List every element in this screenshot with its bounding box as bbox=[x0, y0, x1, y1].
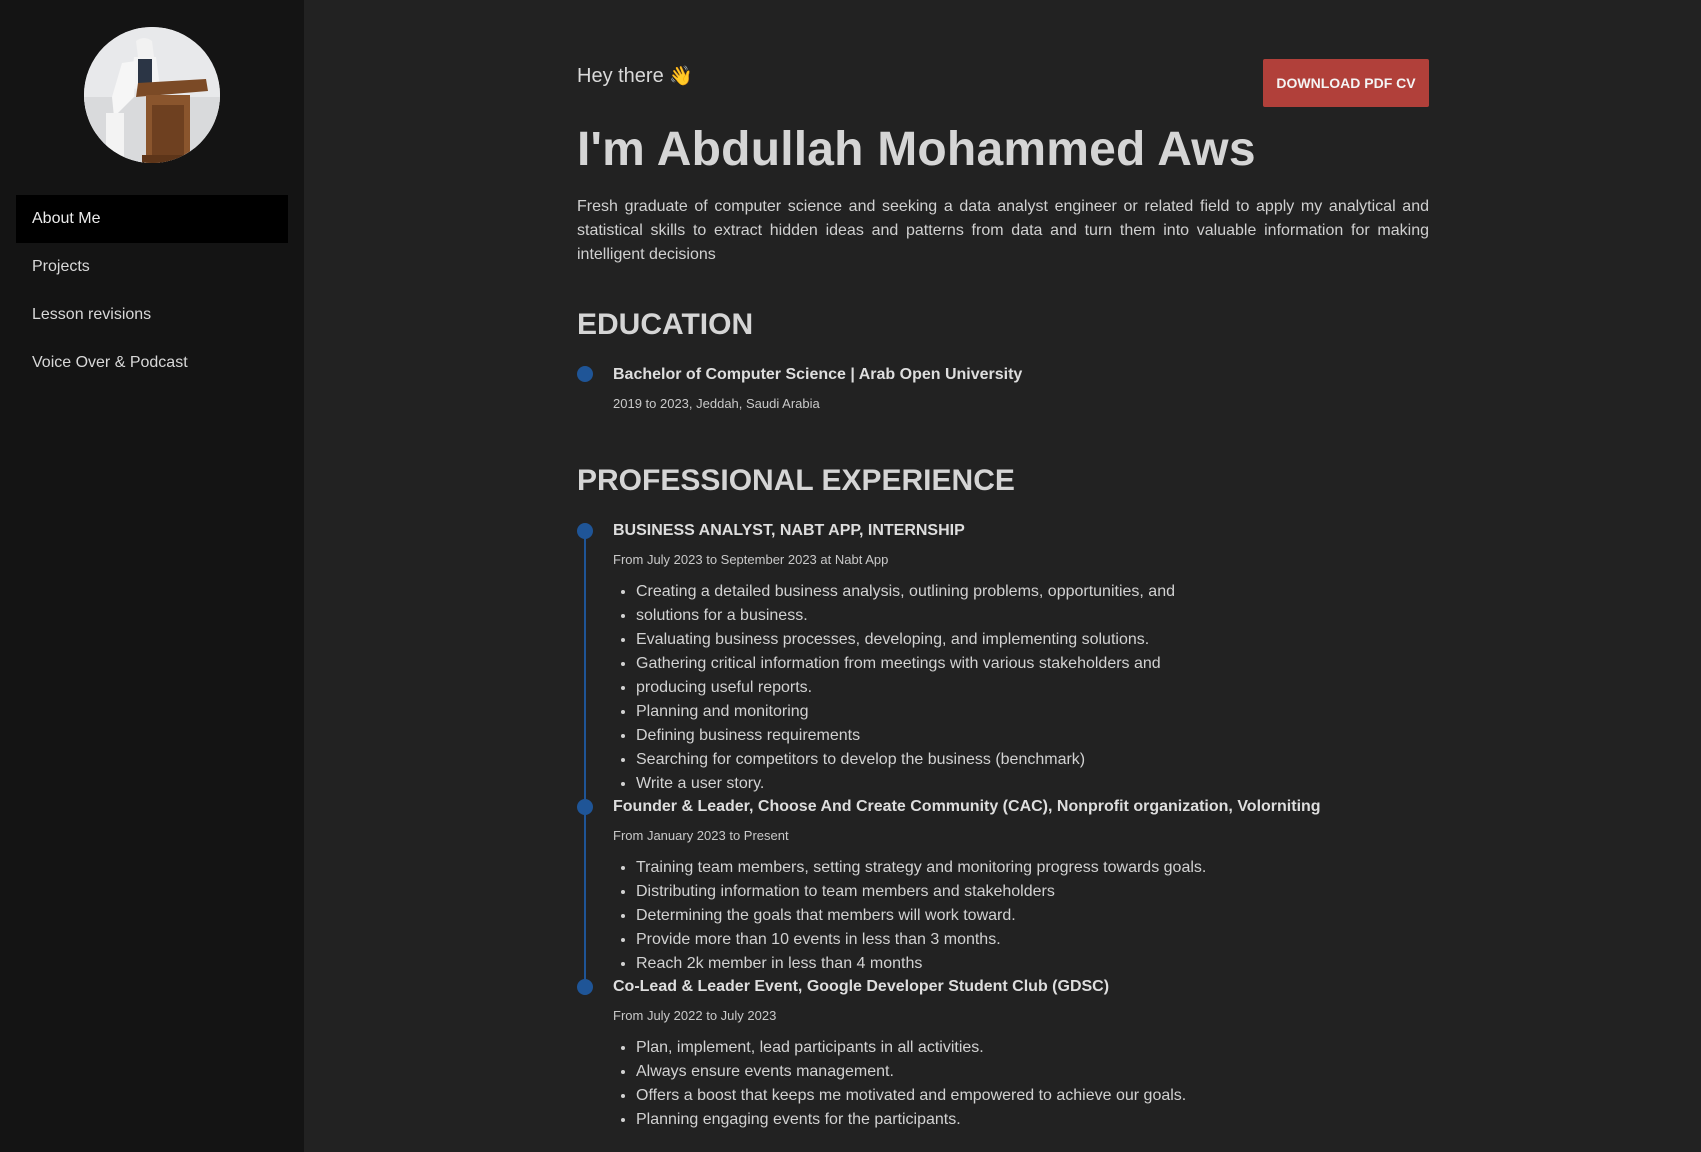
avatar[interactable] bbox=[84, 27, 220, 163]
nav-item-label: Voice Over & Podcast bbox=[32, 354, 188, 371]
experience-entry-meta: From July 2023 to September 2023 at Nabt… bbox=[613, 552, 889, 567]
greeting: Hey there 👋 bbox=[577, 64, 693, 88]
list-item: Offers a boost that keeps me motivated a… bbox=[636, 1084, 1186, 1108]
experience-entry-meta: From January 2023 to Present bbox=[613, 828, 789, 843]
list-item: Planning and monitoring bbox=[636, 700, 1175, 724]
intro-paragraph: Fresh graduate of computer science and s… bbox=[577, 198, 1429, 263]
experience-heading: PROFESSIONAL EXPERIENCE bbox=[577, 464, 1015, 497]
list-item: Write a user story. bbox=[636, 772, 1175, 796]
list-item: producing useful reports. bbox=[636, 676, 1175, 700]
list-item: Reach 2k member in less than 4 months bbox=[636, 952, 1206, 976]
education-heading: EDUCATION bbox=[577, 308, 754, 341]
timeline-dot bbox=[577, 523, 593, 539]
education-entry-title: Bachelor of Computer Science | Arab Open… bbox=[613, 366, 1023, 383]
experience-entry-title: BUSINESS ANALYST, NABT APP, INTERNSHIP bbox=[613, 522, 965, 539]
timeline-dot bbox=[577, 366, 593, 382]
list-item: Defining business requirements bbox=[636, 724, 1175, 748]
list-item: Distributing information to team members… bbox=[636, 880, 1206, 904]
list-item: Evaluating business processes, developin… bbox=[636, 628, 1175, 652]
list-item: Training team members, setting strategy … bbox=[636, 856, 1206, 880]
page-title: I'm Abdullah Mohammed Aws bbox=[577, 123, 1256, 176]
list-item: Planning engaging events for the partici… bbox=[636, 1108, 1186, 1132]
nav-item-label: Projects bbox=[32, 258, 90, 275]
list-item: Determining the goals that members will … bbox=[636, 904, 1206, 928]
timeline-dot bbox=[577, 799, 593, 815]
nav-item-lesson-revisions[interactable]: Lesson revisions bbox=[16, 291, 288, 339]
sidebar: About Me Projects Lesson revisions Voice… bbox=[0, 0, 304, 1152]
list-item: solutions for a business. bbox=[636, 604, 1175, 628]
timeline-dot bbox=[577, 979, 593, 995]
nav-item-label: Lesson revisions bbox=[32, 306, 152, 323]
experience-bullets: Training team members, setting strategy … bbox=[613, 856, 1206, 976]
greeting-text: Hey there bbox=[577, 65, 664, 87]
experience-bullets: Creating a detailed business analysis, o… bbox=[613, 580, 1175, 796]
nav-item-projects[interactable]: Projects bbox=[16, 243, 288, 291]
list-item: Provide more than 10 events in less than… bbox=[636, 928, 1206, 952]
nav-item-label: About Me bbox=[32, 210, 101, 227]
education-entry-meta: 2019 to 2023, Jeddah, Saudi Arabia bbox=[613, 396, 820, 411]
experience-entry-title: Co-Lead & Leader Event, Google Developer… bbox=[613, 978, 1110, 995]
nav-item-voice-over-podcast[interactable]: Voice Over & Podcast bbox=[16, 339, 288, 387]
list-item: Creating a detailed business analysis, o… bbox=[636, 580, 1175, 604]
experience-bullets: Plan, implement, lead participants in al… bbox=[613, 1036, 1186, 1132]
list-item: Gathering critical information from meet… bbox=[636, 652, 1175, 676]
experience-entry-meta: From July 2022 to July 2023 bbox=[613, 1008, 777, 1023]
list-item: Searching for competitors to develop the… bbox=[636, 748, 1175, 772]
list-item: Always ensure events management. bbox=[636, 1060, 1186, 1084]
sidebar-nav: About Me Projects Lesson revisions Voice… bbox=[16, 195, 288, 387]
experience-entry-title: Founder & Leader, Choose And Create Comm… bbox=[613, 798, 1321, 815]
timeline-line bbox=[584, 531, 586, 987]
waving-hand-icon: 👋 bbox=[669, 65, 693, 87]
download-pdf-cv-button[interactable]: DOWNLOAD PDF CV bbox=[1263, 59, 1429, 107]
list-item: Plan, implement, lead participants in al… bbox=[636, 1036, 1186, 1060]
nav-item-about-me[interactable]: About Me bbox=[16, 195, 288, 243]
profile-photo bbox=[84, 27, 220, 163]
